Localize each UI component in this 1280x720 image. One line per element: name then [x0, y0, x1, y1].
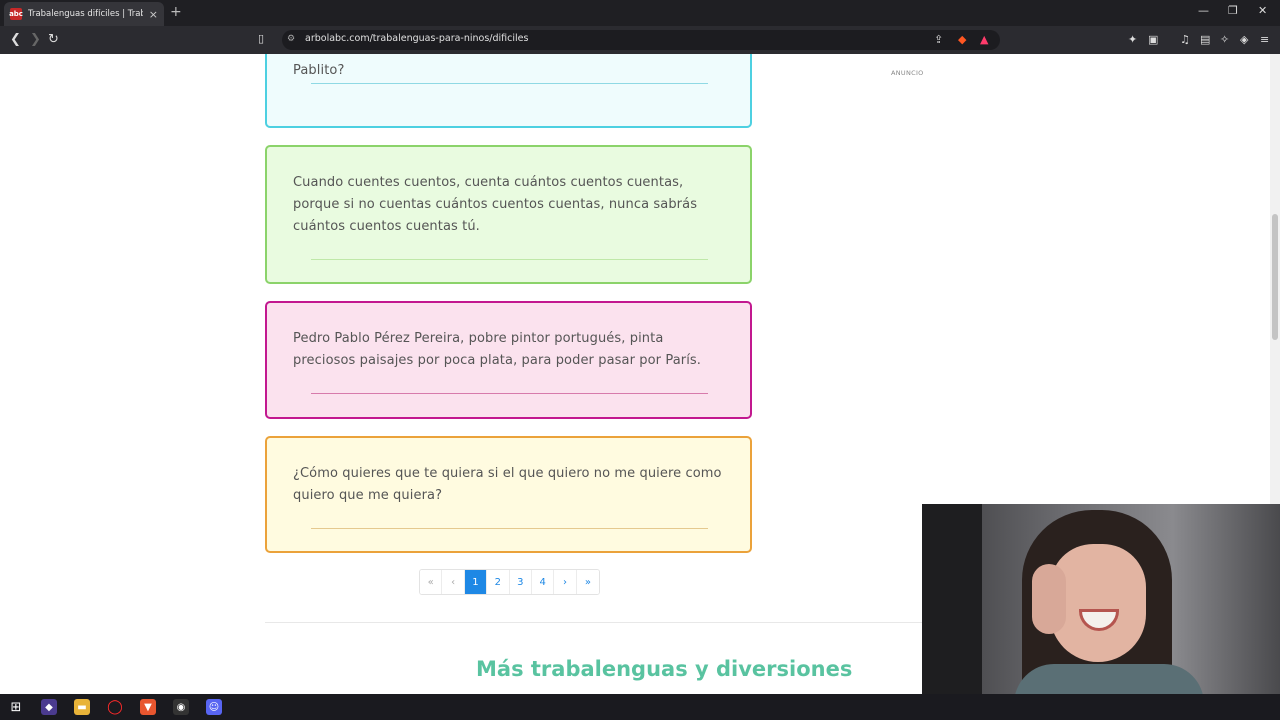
os-taskbar: ⊞ ◆ ▬ ◯ ▼ ◉ ☺	[0, 694, 1280, 720]
brave-rewards-icon[interactable]: ▲	[980, 33, 992, 46]
pagination-first[interactable]: «	[420, 570, 443, 594]
back-icon[interactable]: ❮	[10, 32, 21, 47]
start-icon[interactable]: ⊞	[8, 699, 24, 715]
pagination-last[interactable]: »	[576, 570, 600, 594]
site-favicon-icon: abc	[9, 8, 23, 20]
card-divider	[311, 259, 708, 260]
app-icon[interactable]: ◆	[41, 699, 57, 715]
address-bar-url[interactable]: arbolabc.com/trabalenguas-para-ninos/dif…	[305, 33, 528, 44]
site-info-icon[interactable]: ⚙	[287, 34, 295, 44]
ad-label: ANUNCIO	[891, 69, 924, 77]
webcam-person-hand	[1032, 564, 1066, 634]
close-window-icon[interactable]: ✕	[1258, 4, 1267, 17]
reload-icon[interactable]: ↻	[48, 32, 59, 47]
tab-title: Trabalenguas difíciles | Trabalen	[28, 9, 143, 19]
section-heading: Más trabalenguas y diversiones	[476, 657, 853, 681]
share-icon[interactable]: ⇪	[934, 33, 946, 46]
brave-browser-icon[interactable]: ▼	[140, 699, 156, 715]
pagination-page-3[interactable]: 3	[509, 570, 532, 594]
pagination: « ‹ 1 2 3 4 › »	[419, 569, 601, 595]
close-tab-icon[interactable]: ×	[149, 8, 158, 21]
minimize-window-icon[interactable]: —	[1198, 4, 1209, 17]
browser-tab-active[interactable]: abc Trabalenguas difíciles | Trabalen ×	[4, 2, 164, 26]
tongue-twister-card: ¿Cómo quieres que te quiera si el que qu…	[265, 436, 752, 553]
webcam-overlay	[922, 504, 1280, 720]
pagination-page-2[interactable]: 2	[487, 570, 510, 594]
obs-icon[interactable]: ◉	[173, 699, 189, 715]
pagination-page-4[interactable]: 4	[531, 570, 555, 594]
card-divider	[311, 83, 708, 84]
vpn-icon[interactable]: ◈	[1240, 33, 1252, 46]
discord-icon[interactable]: ☺	[206, 699, 222, 715]
section-divider	[265, 622, 922, 623]
wallet-icon[interactable]: ▤	[1200, 33, 1212, 46]
tongue-twister-card: Pedro Pablo Pérez Pereira, pobre pintor …	[265, 301, 752, 419]
bookmark-icon[interactable]: ▯	[258, 32, 264, 45]
tongue-twister-card: Cuando cuentes cuentos, cuenta cuántos c…	[265, 145, 752, 284]
media-icon[interactable]: ♫	[1180, 33, 1192, 46]
pagination-next[interactable]: ›	[554, 570, 577, 594]
opera-icon[interactable]: ◯	[107, 699, 123, 715]
tongue-twister-text: Pedro Pablo Pérez Pereira, pobre pintor …	[293, 331, 702, 368]
restore-window-icon[interactable]: ❐	[1228, 4, 1238, 17]
sidebar-icon[interactable]: ▣	[1148, 33, 1160, 46]
extensions-icon[interactable]: ✦	[1128, 33, 1140, 46]
tongue-twister-card: Pablito?	[265, 54, 752, 128]
card-divider	[311, 528, 708, 529]
browser-tab-bar: abc Trabalenguas difíciles | Trabalen × …	[0, 0, 1280, 26]
pagination-previous[interactable]: ‹	[442, 570, 465, 594]
new-tab-button[interactable]: +	[170, 4, 182, 20]
menu-icon[interactable]: ≡	[1260, 33, 1272, 46]
tongue-twister-text: ¿Cómo quieres que te quiera si el que qu…	[293, 466, 722, 503]
scrollbar-thumb[interactable]	[1272, 214, 1278, 340]
tongue-twister-text: Pablito?	[293, 63, 345, 78]
brave-shields-icon[interactable]: ◆	[958, 33, 970, 46]
card-divider	[311, 393, 708, 394]
webcam-chair	[922, 504, 982, 720]
forward-icon[interactable]: ❯	[30, 32, 41, 47]
tongue-twister-text: Cuando cuentes cuentos, cuenta cuántos c…	[293, 175, 698, 234]
leo-ai-icon[interactable]: ✧	[1220, 33, 1232, 46]
file-explorer-icon[interactable]: ▬	[74, 699, 90, 715]
pagination-page-1[interactable]: 1	[464, 570, 488, 594]
